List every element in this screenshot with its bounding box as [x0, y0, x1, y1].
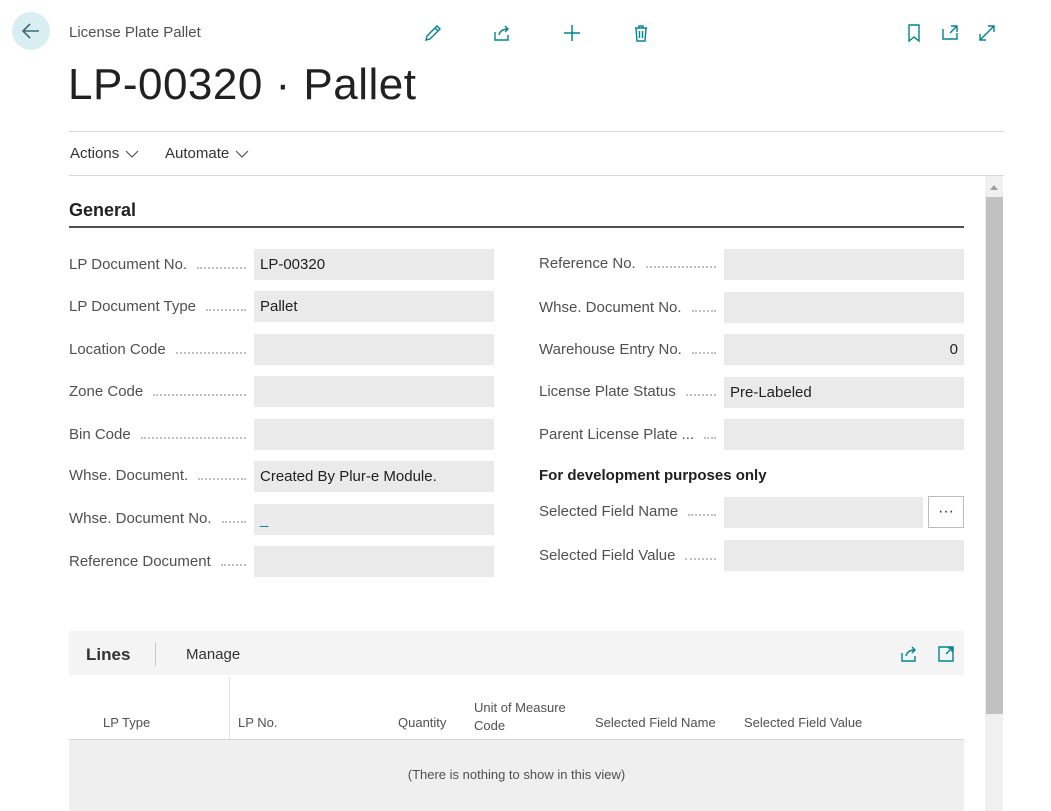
chevron-down-icon	[125, 149, 139, 159]
delete-button[interactable]	[628, 20, 654, 46]
assist-edit-button[interactable]: ···	[928, 496, 964, 528]
chevron-down-icon	[235, 149, 249, 159]
general-section-title: General	[69, 200, 137, 220]
license-plate-status-field[interactable]: Pre-Labeled	[724, 377, 964, 408]
plus-icon	[562, 23, 582, 43]
location-code-label: Location Code	[69, 341, 254, 358]
section-underline	[69, 226, 964, 228]
arrow-left-icon	[21, 21, 41, 41]
ellipsis-icon: ···	[938, 503, 954, 520]
column-divider	[229, 677, 230, 739]
selected-field-value-label: Selected Field Value	[539, 547, 724, 564]
development-group-title: For development purposes only	[539, 467, 767, 484]
share-icon	[492, 23, 512, 43]
bookmark-button[interactable]	[901, 20, 927, 46]
license-plate-status-label: License Plate Status	[539, 383, 724, 400]
expand-icon	[977, 23, 997, 43]
col-selected-field-name[interactable]: Selected Field Name	[595, 714, 716, 732]
page-title: LP-00320 · Pallet	[68, 60, 417, 109]
edit-button[interactable]	[420, 20, 446, 46]
parent-license-plate-label: Parent License Plate ...	[539, 426, 724, 443]
lines-share-button[interactable]	[896, 641, 922, 667]
right-whse-document-no-label: Whse. Document No.	[539, 299, 724, 316]
trash-icon	[631, 23, 651, 43]
share-button[interactable]	[489, 20, 515, 46]
focus-mode-icon	[936, 644, 956, 664]
pencil-icon	[423, 23, 443, 43]
actions-menu[interactable]: Actions	[70, 145, 139, 162]
right-whse-document-no-field[interactable]	[724, 292, 964, 323]
open-in-new-icon	[940, 23, 960, 43]
title-divider	[69, 131, 1004, 132]
selected-field-value-field[interactable]	[724, 540, 964, 571]
whse-document-field[interactable]: Created By Plur-e Module.	[254, 461, 494, 492]
reference-no-field[interactable]	[724, 249, 964, 280]
zone-code-field[interactable]	[254, 376, 494, 407]
lines-title: Lines	[86, 645, 131, 664]
selected-field-name-label: Selected Field Name	[539, 503, 724, 520]
actions-menu-label: Actions	[70, 145, 120, 162]
lp-document-no-label: LP Document No.	[69, 256, 254, 273]
share-icon	[899, 644, 919, 664]
manage-menu[interactable]: Manage	[186, 646, 240, 663]
whse-document-label: Whse. Document.	[69, 467, 254, 484]
reference-no-label: Reference No.	[539, 255, 724, 272]
col-unit-of-measure-line1: Unit of Measure	[474, 700, 566, 715]
lp-document-type-field[interactable]: Pallet	[254, 291, 494, 322]
lines-focus-button[interactable]	[933, 641, 959, 667]
col-quantity[interactable]: Quantity	[398, 714, 446, 732]
automate-menu[interactable]: Automate	[165, 145, 249, 162]
automate-menu-label: Automate	[165, 145, 230, 162]
parent-license-plate-field[interactable]	[724, 419, 964, 450]
breadcrumb: License Plate Pallet	[69, 24, 201, 41]
empty-state-text: (There is nothing to show in this view)	[407, 767, 626, 782]
lines-divider	[155, 642, 156, 666]
warehouse-entry-no-field[interactable]: 0	[724, 334, 964, 365]
col-unit-of-measure[interactable]: Unit of Measure Code	[474, 699, 566, 735]
col-lp-type[interactable]: LP Type	[103, 714, 150, 732]
reference-document-field[interactable]	[254, 546, 494, 577]
reference-document-label: Reference Document	[69, 553, 254, 570]
col-unit-of-measure-line2: Code	[474, 718, 506, 733]
whse-document-no-field[interactable]: _	[254, 504, 494, 535]
new-button[interactable]	[559, 20, 585, 46]
col-lp-no[interactable]: LP No.	[238, 714, 278, 732]
expand-button[interactable]	[974, 20, 1000, 46]
caret-up-icon	[989, 183, 999, 191]
col-selected-field-value[interactable]: Selected Field Value	[744, 714, 862, 732]
scroll-up-button[interactable]	[985, 180, 1003, 194]
bin-code-field[interactable]	[254, 419, 494, 450]
selected-field-name-field[interactable]	[724, 497, 923, 528]
lp-document-type-label: LP Document Type	[69, 298, 254, 315]
open-new-window-button[interactable]	[937, 20, 963, 46]
whse-document-no-label: Whse. Document No.	[69, 510, 254, 527]
lp-document-no-field[interactable]: LP-00320	[254, 249, 494, 280]
menu-divider	[69, 175, 1004, 176]
bookmark-icon	[904, 23, 924, 43]
location-code-field[interactable]	[254, 334, 494, 365]
bin-code-label: Bin Code	[69, 426, 254, 443]
zone-code-label: Zone Code	[69, 383, 254, 400]
scrollbar-thumb[interactable]	[986, 197, 1003, 714]
warehouse-entry-no-label: Warehouse Entry No.	[539, 341, 724, 358]
back-button[interactable]	[12, 12, 50, 50]
